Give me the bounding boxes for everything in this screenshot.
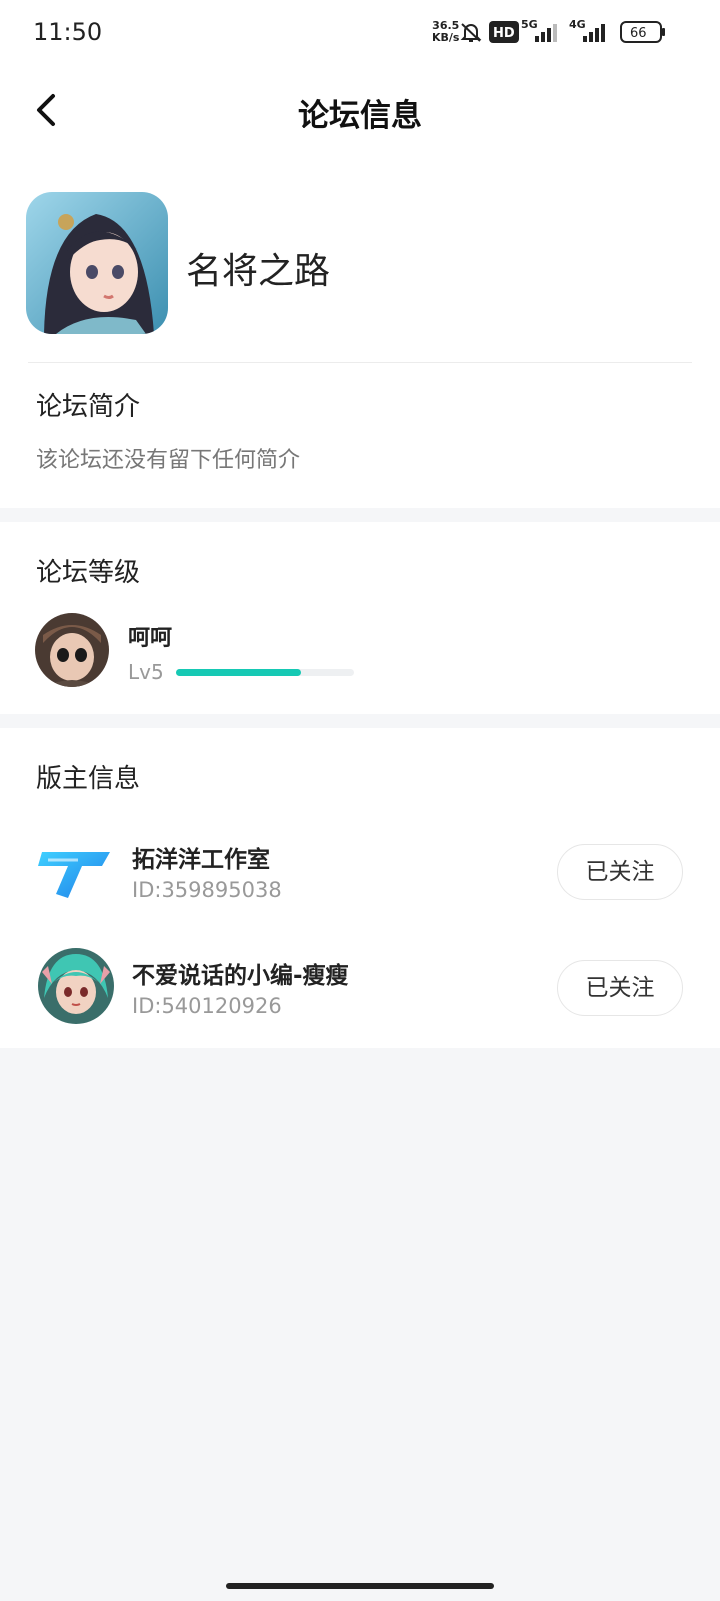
moderator-name: 拓洋洋工作室 (132, 847, 270, 873)
user-level: Lv5 (128, 660, 164, 684)
signal-5g-icon: 5G (521, 18, 557, 42)
network-speed-unit: KB/s (432, 31, 460, 44)
intro-text: 该论坛还没有留下任何简介 (36, 448, 301, 473)
signal-4g-icon: 4G (569, 18, 605, 42)
moderator-row[interactable]: 不爱说话的小编-瘦瘦 ID:540120926 已关注 (0, 934, 720, 1034)
battery-level: 66 (630, 26, 647, 41)
user-name: 呵呵 (128, 626, 173, 651)
moderator-avatar-image (38, 948, 114, 1024)
level-title: 论坛等级 (36, 558, 141, 588)
divider (28, 362, 692, 363)
intro-title: 论坛简介 (36, 392, 141, 422)
status-time: 11:50 (33, 18, 103, 46)
home-indicator[interactable] (226, 1583, 494, 1589)
moderator-avatar[interactable] (38, 948, 114, 1024)
level-progress-bar (176, 669, 354, 676)
screen: 11:50 36.5 KB/s HD 5G 4G 66 论坛信息 名将之路 论坛… (0, 0, 720, 1601)
tuoyang-logo-icon (38, 852, 110, 898)
page-title: 论坛信息 (298, 98, 422, 134)
moderator-avatar[interactable] (38, 832, 114, 908)
user-avatar-image (35, 613, 109, 687)
signal-5g-label: 5G (521, 18, 538, 31)
moderator-id: ID:359895038 (132, 878, 282, 902)
forum-avatar[interactable] (26, 192, 168, 334)
signal-4g-label: 4G (569, 18, 586, 31)
moderator-row[interactable]: 拓洋洋工作室 ID:359895038 已关注 (0, 818, 720, 918)
moderator-id: ID:540120926 (132, 994, 282, 1018)
following-button[interactable]: 已关注 (557, 960, 683, 1016)
bell-muted-icon (460, 23, 482, 42)
network-speed: 36.5 KB/s (432, 20, 459, 44)
hd-icon: HD (489, 21, 519, 43)
moderators-title: 版主信息 (36, 764, 141, 794)
status-bar: 11:50 36.5 KB/s HD 5G 4G 66 (0, 0, 720, 66)
user-avatar[interactable] (35, 613, 109, 687)
battery-icon: 66 (620, 21, 665, 43)
hd-label: HD (493, 26, 515, 41)
forum-name: 名将之路 (186, 251, 331, 292)
level-progress-fill (176, 669, 301, 676)
moderators-card: 版主信息 拓洋洋工作室 ID:359895038 已关注 不爱说话的小编-瘦瘦 … (0, 728, 720, 1048)
forum-level-card: 论坛等级 呵呵 Lv5 (0, 522, 720, 714)
nav-bar: 论坛信息 (0, 66, 720, 156)
moderator-name: 不爱说话的小编-瘦瘦 (132, 963, 349, 989)
forum-info-card: 名将之路 论坛简介 该论坛还没有留下任何简介 (0, 156, 720, 508)
following-button[interactable]: 已关注 (557, 844, 683, 900)
forum-avatar-image (26, 192, 168, 334)
